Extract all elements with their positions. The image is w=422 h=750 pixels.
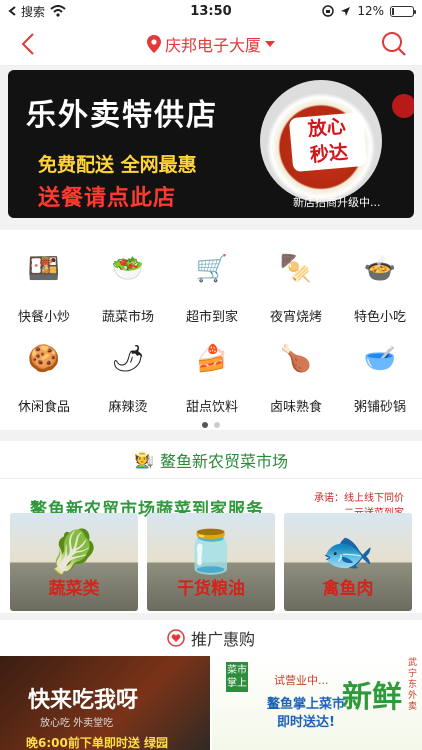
battery-icon <box>390 5 416 17</box>
category-item[interactable]: 🍪 休闲食品 <box>2 328 86 415</box>
rec-left-sub: 放心吃 外卖堂吃 <box>40 718 114 729</box>
banner-line1: 免费配送 全网最惠 <box>38 154 197 176</box>
category-item[interactable]: 🍢 夜宵烧烤 <box>254 238 338 325</box>
rec-right-sub: 武宁东外卖 <box>408 658 418 712</box>
category-grid: 🍱 快餐小炒 🥗 蔬菜市场 🛒 超市到家 🍢 夜宵烧烤 🍲 特色小吃 🍪 休闲食品 🌶 麻辣烫 🍰 甜点饮料 🍗… <box>0 230 422 430</box>
promo-banner[interactable]: 乐外卖特供店 免费配送 全网最惠 送餐请点此店 放心 秒达 新店招商升级中... <box>8 70 414 218</box>
location-arrow-icon <box>341 6 351 16</box>
market-banner[interactable]: 鳌鱼新农贸市场蔬菜到家服务 承诺：线上线下同价 二元送菜到家 🥬 蔬菜类 🫙 干… <box>0 479 422 613</box>
rec-right-line2: 即时送达! <box>277 715 335 730</box>
market-tile-vegetables[interactable]: 🥬 蔬菜类 <box>10 513 138 611</box>
category-item[interactable]: 🍗 卤味熟食 <box>254 328 338 415</box>
category-item[interactable]: 🛒 超市到家 <box>170 238 254 325</box>
status-bar: 搜索 13:50 12% <box>0 0 422 22</box>
market-tile-meat-fish[interactable]: 🐟 禽鱼肉 <box>284 513 412 611</box>
battery-percent: 12% <box>357 4 384 18</box>
wifi-icon <box>50 5 66 17</box>
pager-dots <box>0 422 422 428</box>
rec-right-tag: 菜市掌上 <box>226 662 248 692</box>
category-label: 休闲食品 <box>17 400 70 415</box>
rotation-lock-icon <box>322 5 335 17</box>
recommend-card-left[interactable]: 快来吃我呀 放心吃 外卖堂吃 晚6:00前下单即时送 绿园 <box>0 656 210 750</box>
tile-label: 禽鱼肉 <box>322 579 374 599</box>
supermarket-icon: 🛒 <box>195 254 229 284</box>
category-label: 特色小吃 <box>353 310 406 325</box>
category-item[interactable]: 🥗 蔬菜市场 <box>86 238 170 325</box>
rec-right-notice: 试营业中... <box>274 674 329 687</box>
pager-dot[interactable] <box>214 422 220 428</box>
banner-title: 乐外卖特供店 <box>26 98 218 133</box>
category-item[interactable]: 🌶 麻辣烫 <box>86 328 170 415</box>
market-tile-dry-goods[interactable]: 🫙 干货粮油 <box>147 513 275 611</box>
banner-line2: 送餐请点此店 <box>38 186 177 211</box>
rec-right-big: 新鲜 <box>342 680 402 715</box>
banner-badge <box>392 94 414 118</box>
market-note-line1: 承诺：线上线下同价 <box>314 493 404 504</box>
category-label: 麻辣烫 <box>108 400 148 415</box>
fish-icon: 🐟 <box>321 527 375 576</box>
spicy-hotpot-icon: 🌶 <box>111 344 145 374</box>
recommend-section-header[interactable]: 推广惠购 <box>0 620 422 656</box>
search-icon <box>382 32 406 56</box>
category-label: 超市到家 <box>185 310 238 325</box>
search-button[interactable] <box>380 30 408 58</box>
location-label: 庆邦电子大厦 <box>164 35 261 55</box>
dessert-icon: 🍰 <box>195 344 229 374</box>
category-item[interactable]: 🍱 快餐小炒 <box>2 238 86 325</box>
back-to-app-icon <box>8 6 16 16</box>
category-label: 卤味熟食 <box>269 400 322 415</box>
category-item[interactable]: 🍲 特色小吃 <box>338 238 422 325</box>
back-button[interactable] <box>14 30 42 58</box>
carrier-label: 搜索 <box>21 4 46 19</box>
recommend-row: 快来吃我呀 放心吃 外卖堂吃 晚6:00前下单即时送 绿园 菜市掌上 试营业中.… <box>0 656 422 750</box>
category-item[interactable]: 🥣 粥铺砂锅 <box>338 328 422 415</box>
map-pin-icon <box>146 34 161 53</box>
bbq-icon: 🍢 <box>279 254 313 284</box>
category-label: 夜宵烧烤 <box>269 310 322 325</box>
category-label: 快餐小炒 <box>17 310 70 325</box>
battery-fill <box>392 7 395 15</box>
tile-label: 干货粮油 <box>177 579 245 599</box>
status-right: 12% <box>322 4 416 18</box>
rec-left-note: 晚6:00前下单即时送 绿园 <box>26 736 169 750</box>
category-label: 蔬菜市场 <box>101 310 154 325</box>
braised-food-icon: 🍗 <box>279 344 313 374</box>
rec-right-line1: 鳌鱼掌上菜市 <box>266 697 345 712</box>
banner-promo: 新店招商升级中... <box>293 196 381 209</box>
cabbage-icon: 🥬 <box>47 527 101 576</box>
location-selector[interactable]: 庆邦电子大厦 <box>146 32 275 56</box>
heart-icon <box>167 629 185 647</box>
category-label: 粥铺砂锅 <box>353 400 406 415</box>
recommend-title: 推广惠购 <box>190 630 255 649</box>
market-section-header[interactable]: 🧑‍🌾 鳌鱼新农贸菜市场 <box>0 441 422 479</box>
snack-icon: 🍲 <box>363 254 397 284</box>
market-title: 鳌鱼新农贸菜市场 <box>159 451 288 471</box>
pager-dot-active[interactable] <box>202 422 208 428</box>
leisure-food-icon: 🍪 <box>27 344 61 374</box>
vegetable-icon: 🥗 <box>111 254 145 284</box>
rec-left-title: 快来吃我呀 <box>28 688 139 713</box>
category-item[interactable]: 🍰 甜点饮料 <box>170 328 254 415</box>
tile-label: 蔬菜类 <box>48 579 100 599</box>
status-left: 搜索 <box>8 3 66 20</box>
chevron-left-icon <box>21 33 34 55</box>
porridge-icon: 🥣 <box>363 344 397 374</box>
banner-stamp: 放心 秒达 <box>288 111 368 173</box>
vendor-icon: 🧑‍🌾 <box>134 450 154 469</box>
stamp-line2: 秒达 <box>309 141 349 167</box>
header: 庆邦电子大厦 <box>0 22 422 66</box>
fast-food-icon: 🍱 <box>27 254 61 284</box>
caret-down-icon <box>265 40 275 47</box>
category-label: 甜点饮料 <box>185 400 238 415</box>
recommend-card-right[interactable]: 菜市掌上 试营业中... 鳌鱼掌上菜市 即时送达! 新鲜 武宁东外卖 <box>212 656 422 750</box>
rec-right-title: 鳌鱼掌上菜市 即时送达! <box>256 696 356 732</box>
oil-bottle-icon: 🫙 <box>184 527 238 576</box>
